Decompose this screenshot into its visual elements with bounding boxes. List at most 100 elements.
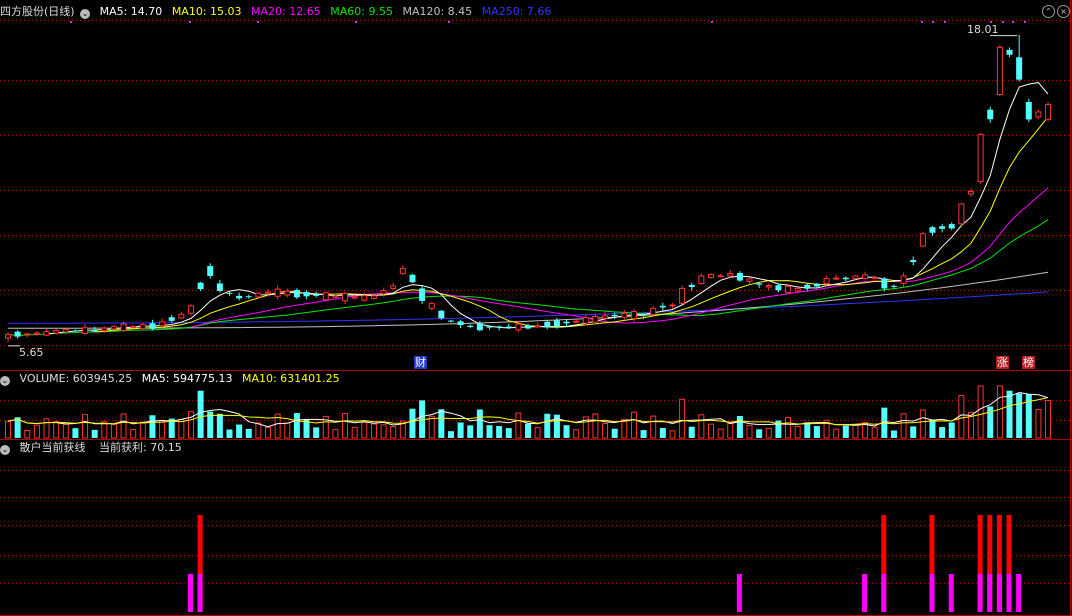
signal-dot [189,21,191,23]
volume-bar [390,426,397,439]
candle-body [525,325,532,329]
volume-bar [602,422,609,439]
candle-body [717,275,724,278]
finance-marker[interactable]: 财 [414,356,427,369]
candle-body [659,305,666,308]
candle-body [409,274,416,283]
candle-body [43,331,50,336]
candle-body [785,285,792,293]
candle-body [293,289,300,298]
volume-bar [1016,393,1023,438]
candle-body [871,276,878,279]
candle-body [640,314,647,316]
volume-bar [1035,408,1042,439]
candle-body [130,326,137,329]
volume-bar [24,429,31,439]
volume-ma5-label: MA5: 594775.13 [141,372,233,385]
candle-body [727,273,734,277]
indicator-toggle-icon[interactable]: ⌄ [0,445,10,455]
volume-bar [746,425,753,439]
candle-body [72,330,79,332]
candle-body [399,268,406,275]
volume-header: ⌄ VOLUME: 603945.25 MA5: 594775.13 MA10:… [0,371,346,387]
volume-bar [245,428,252,438]
close-icon[interactable]: × [1057,5,1070,18]
candle-body [168,317,175,321]
volume-bar [736,415,743,438]
scroll-up-icon[interactable]: ⌃ [1042,5,1055,18]
candle-body [669,304,676,307]
volume-bar [630,411,637,439]
candle-body [746,278,753,282]
candle-body [977,133,984,183]
volume-bar [370,423,377,439]
volume-bar [342,413,349,439]
volume-bar [120,413,127,439]
candle-body [419,288,426,301]
candle-body [505,326,512,328]
volume-bar [727,422,734,439]
signal-dot [257,21,259,23]
candle-body [890,285,897,287]
volume-bar [1045,399,1052,439]
signal-dot [70,21,72,23]
volume-bar [910,426,917,438]
candle-body [602,315,609,319]
indicator-value: 当前获利: 70.15 [99,441,182,454]
volume-bar [197,390,204,438]
signal-dot [448,21,450,23]
candle-body [996,46,1003,96]
candle-body [881,278,888,289]
ma5-line [46,82,1049,335]
volume-toggle-icon[interactable]: ⌄ [0,376,10,386]
volume-bar [939,427,946,438]
candle-body [765,284,772,288]
volume-bar [996,385,1003,439]
candle-body [968,190,974,195]
main-title: 四方股份(日线) [0,5,75,18]
candle-body [698,275,705,284]
volume-bar [447,431,454,438]
volume-bar [428,415,435,439]
candle-body [265,291,272,294]
ma10-line [94,116,1049,333]
candle-body [756,283,763,285]
volume-bar [149,415,156,438]
candle-body [342,292,349,302]
volume-bar [833,428,840,439]
indicator-magenta-bar [987,574,993,612]
ma20-label: MA20: 12.65 [251,5,321,18]
volume-bar [236,424,243,438]
candle-body [563,321,570,324]
volume-ma10-label: MA10: 631401.25 [241,372,340,385]
candle-body [775,285,782,291]
volume-bar [640,430,647,438]
volume-bar [698,414,705,439]
candle-body [794,287,801,292]
ma250-label: MA250: 7.66 [481,5,552,18]
chart-canvas [0,0,1072,616]
volume-bar [216,413,223,438]
ranking-marker[interactable]: 榜 [1022,356,1035,369]
candle-body [939,226,946,229]
indicator-magenta-bar [977,574,983,612]
limit-up-marker[interactable]: 涨 [996,356,1009,369]
settings-toggle-icon[interactable]: ⌄ [80,9,91,19]
candle-body [24,333,31,336]
indicator-title: 散户当前获线 [19,441,86,454]
volume-bar [255,422,262,439]
volume-bar [505,428,512,438]
volume-bar [977,385,984,439]
volume-bar [226,429,233,438]
volume-bar [813,426,820,438]
volume-bar [130,429,137,439]
volume-label: VOLUME: 603945.25 [19,372,133,385]
candle-body [1025,102,1032,120]
low-price-label: 5.65 [19,346,44,359]
volume-bar [467,425,474,438]
main-header: 四方股份(日线) ⌄ MA5: 14.70 MA10: 15.03 MA20: … [0,4,557,20]
signal-dot [355,21,357,23]
candle-body [919,233,926,247]
candle-body [823,277,830,284]
volume-bar [785,417,792,439]
